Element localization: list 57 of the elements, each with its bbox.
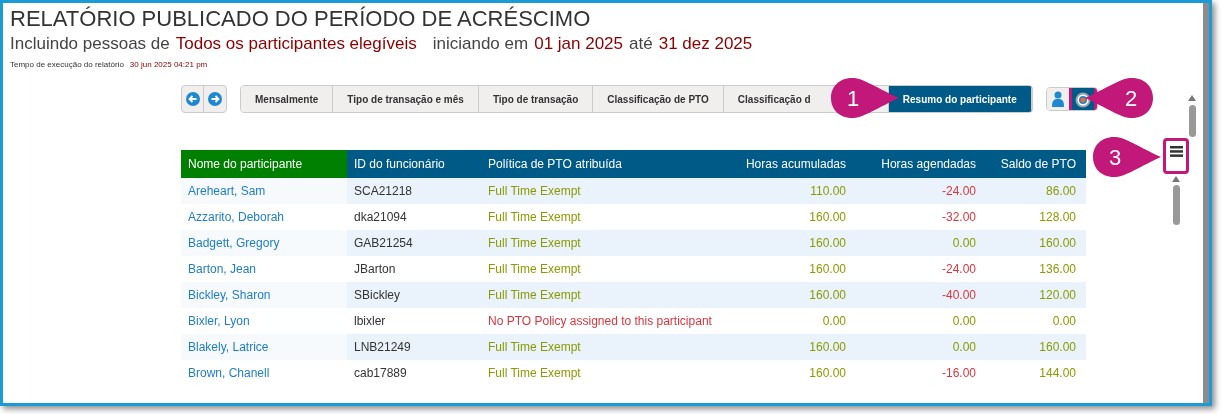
scrollbar-thumb bbox=[1172, 185, 1180, 225]
table-cell: 160.00 bbox=[736, 230, 856, 256]
participant-link[interactable]: Badgett, Gregory bbox=[181, 230, 347, 256]
column-header: ID do funcionário bbox=[347, 150, 480, 178]
table-cell: -40.00 bbox=[856, 282, 986, 308]
subtitle-text: 31 dez 2025 bbox=[658, 33, 753, 55]
table-cell: 160.00 bbox=[736, 334, 856, 360]
column-header: Saldo de PTO bbox=[986, 150, 1086, 178]
subtitle-text: Incluindo pessoas de bbox=[10, 33, 170, 55]
participant-link[interactable]: Areheart, Sam bbox=[181, 178, 347, 204]
table-cell: SCA21218 bbox=[347, 178, 480, 204]
subtitle-text: Todos os participantes elegíveis bbox=[175, 33, 417, 55]
table-cell: 160.00 bbox=[736, 282, 856, 308]
scroll-up-icon bbox=[1172, 176, 1180, 182]
table-cell: 160.00 bbox=[986, 230, 1086, 256]
table-cell: Full Time Exempt bbox=[480, 178, 736, 204]
view-toggle-button[interactable] bbox=[1046, 88, 1069, 110]
column-header: Nome do participante bbox=[181, 150, 347, 178]
report-tab[interactable]: Resumo do participante bbox=[888, 86, 1032, 112]
table-cell: 110.00 bbox=[736, 178, 856, 204]
table-cell: 86.00 bbox=[986, 178, 1086, 204]
table-cell: LNB21249 bbox=[347, 334, 480, 360]
column-header: Horas acumuladas bbox=[736, 150, 856, 178]
subtitle-text: até bbox=[629, 33, 653, 55]
scroll-up-icon bbox=[1188, 95, 1196, 101]
participant-link[interactable]: Blakely, Latrice bbox=[181, 334, 347, 360]
report-tab[interactable]: Classificação de PTO bbox=[593, 86, 724, 112]
table-cell: 0.00 bbox=[856, 334, 986, 360]
target-icon bbox=[1074, 92, 1091, 108]
table-cell: -24.00 bbox=[856, 178, 986, 204]
table-cell: GAB21254 bbox=[347, 230, 480, 256]
run-time-value: 30 jun 2025 04:21 pm bbox=[129, 60, 208, 70]
subtitle-text: iniciando em bbox=[432, 33, 529, 55]
report-tab[interactable]: Mensalmente bbox=[241, 86, 334, 112]
person-icon bbox=[1051, 91, 1064, 107]
participant-link[interactable]: Bickley, Sharon bbox=[181, 282, 347, 308]
subtitle-text: 01 jan 2025 bbox=[534, 33, 624, 55]
table-cell: 160.00 bbox=[986, 334, 1086, 360]
callout-tooltip: 1 bbox=[829, 75, 901, 121]
table-cell: 120.00 bbox=[986, 282, 1086, 308]
callout-tooltip: 3 bbox=[1091, 134, 1163, 180]
column-header: Política de PTO atribuída bbox=[480, 150, 736, 178]
table-cell: Full Time Exempt bbox=[480, 334, 736, 360]
table-cell: Full Time Exempt bbox=[480, 282, 736, 308]
report-title: RELATÓRIO PUBLICADO DO PERÍODO DE ACRÉSCIMO bbox=[10, 6, 592, 32]
table-cell: 0.00 bbox=[856, 230, 986, 256]
menu-icon bbox=[1169, 146, 1183, 157]
report-tab[interactable]: Tipo de transação e mês bbox=[333, 86, 479, 112]
report-tab[interactable]: Tipo de transação bbox=[478, 86, 594, 112]
callout-tooltip: 2 bbox=[1083, 75, 1155, 121]
right-arrow-icon bbox=[208, 92, 222, 106]
run-time-label: Tempo de execução do relatório bbox=[10, 60, 124, 70]
left-arrow-icon bbox=[185, 92, 200, 106]
scrollbar-thumb bbox=[1188, 105, 1196, 137]
table-cell: Full Time Exempt bbox=[480, 230, 736, 256]
column-header: Horas agendadas bbox=[856, 150, 986, 178]
table-cell: SBickley bbox=[347, 282, 480, 308]
